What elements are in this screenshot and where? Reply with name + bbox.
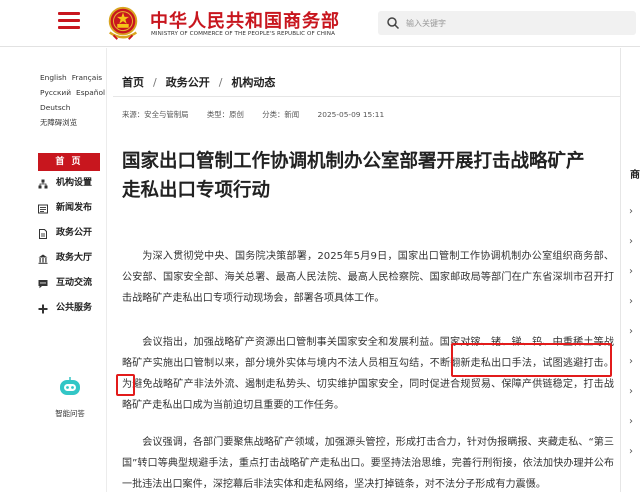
smart-qa-button[interactable]: 智能问答 bbox=[50, 376, 90, 419]
lang-russian[interactable]: Русский bbox=[40, 88, 71, 97]
menu-icon[interactable] bbox=[58, 12, 80, 30]
accessibility-link[interactable]: 无障碍浏览 bbox=[40, 118, 77, 127]
chevron-right-icon[interactable]: › bbox=[629, 266, 633, 277]
article-type: 类型：原创 bbox=[206, 110, 244, 119]
sidebar-item-hall[interactable]: 政务大厅 bbox=[38, 246, 100, 271]
article-paragraph: 为深入贯彻党中央、国务院决策部署，2025年5月9日，国家出口管制工作协调机制办… bbox=[122, 251, 614, 304]
sidebar-item-label: 新闻发布 bbox=[56, 203, 93, 213]
breadcrumb-separator: / bbox=[218, 76, 223, 89]
article-source: 来源：安全与管制局 bbox=[122, 110, 189, 119]
sidebar-item-label: 互动交流 bbox=[56, 278, 93, 288]
service-icon bbox=[38, 304, 48, 314]
chevron-right-icon[interactable]: › bbox=[629, 386, 633, 397]
chat-icon bbox=[38, 280, 48, 289]
breadcrumb-divider bbox=[113, 96, 620, 97]
site-header: 中华人民共和国商务部 MINISTRY OF COMMERCE OF THE P… bbox=[0, 0, 640, 47]
news-icon bbox=[38, 204, 48, 214]
smart-qa-label: 智能问答 bbox=[55, 409, 85, 418]
sidebar-item-news[interactable]: 新闻发布 bbox=[38, 196, 100, 221]
chevron-right-icon[interactable]: › bbox=[629, 416, 633, 427]
sidebar-item-label: 政务公开 bbox=[56, 228, 93, 238]
sidebar-item-service[interactable]: 公共服务 bbox=[38, 296, 100, 321]
lang-english[interactable]: English bbox=[40, 73, 67, 82]
highlight-box-minerals bbox=[451, 343, 612, 377]
lang-spanish[interactable]: Español bbox=[76, 88, 105, 97]
chevron-right-icon[interactable]: › bbox=[629, 356, 633, 367]
sidebar-item-interaction[interactable]: 互动交流 bbox=[38, 271, 100, 296]
article-category: 分类：新闻 bbox=[262, 110, 300, 119]
chevron-right-icon[interactable]: › bbox=[629, 206, 633, 217]
chevron-right-icon[interactable]: › bbox=[629, 296, 633, 307]
chevron-right-icon[interactable]: › bbox=[629, 446, 633, 457]
breadcrumb-home[interactable]: 首页 bbox=[122, 76, 144, 89]
sidebar-nav: 首 页 机构设置 新闻发布 政务公开 政务大厅 互动交流 公共服务 bbox=[38, 153, 100, 321]
search-icon[interactable] bbox=[386, 16, 400, 30]
article-date: 2025-05-09 15:11 bbox=[317, 110, 385, 119]
highlight-box-rare-earth bbox=[116, 374, 135, 396]
article-title: 国家出口管制工作协调机制办公室部署开展打击战略矿产走私出口专项行动 bbox=[122, 151, 585, 201]
lang-french[interactable]: Français bbox=[72, 73, 102, 82]
article-paragraph: 会议强调，各部门要聚焦战略矿产领域，加强源头管控，形成打击合力，针对伪报瞒报、夹… bbox=[122, 437, 614, 490]
search-box bbox=[378, 11, 636, 35]
sidebar-item-home[interactable]: 首 页 bbox=[38, 153, 100, 171]
chevron-right-icon[interactable]: › bbox=[629, 236, 633, 247]
national-emblem-icon[interactable] bbox=[104, 4, 142, 42]
sidebar-item-affairs[interactable]: 政务公开 bbox=[38, 221, 100, 246]
article-meta: 来源：安全与管制局 类型：原创 分类：新闻 2025-05-09 15:11 bbox=[122, 109, 400, 120]
right-sidebar-label: 商 bbox=[630, 170, 640, 181]
sidebar-divider bbox=[106, 48, 107, 492]
robot-icon bbox=[60, 377, 80, 395]
doc-icon bbox=[39, 229, 47, 239]
sidebar-item-organization[interactable]: 机构设置 bbox=[38, 171, 100, 196]
breadcrumb: 首页 / 政务公开 / 机构动态 bbox=[122, 74, 275, 90]
site-subtitle: MINISTRY OF COMMERCE OF THE PEOPLE'S REP… bbox=[151, 31, 336, 37]
breadcrumb-separator: / bbox=[153, 76, 157, 89]
lang-german[interactable]: Deutsch bbox=[40, 103, 70, 112]
language-switcher: English Français Русский Español Deutsch 无… bbox=[40, 70, 110, 130]
search-input[interactable] bbox=[406, 13, 626, 33]
breadcrumb-agency-news[interactable]: 机构动态 bbox=[231, 76, 275, 89]
sidebar-item-label: 公共服务 bbox=[56, 303, 93, 313]
sidebar-item-label: 机构设置 bbox=[56, 178, 93, 188]
sidebar-item-label: 政务大厅 bbox=[56, 253, 93, 263]
hall-icon bbox=[38, 254, 48, 264]
chevron-right-icon[interactable]: › bbox=[629, 326, 633, 337]
site-title[interactable]: 中华人民共和国商务部 bbox=[150, 7, 340, 33]
org-icon bbox=[38, 179, 48, 189]
breadcrumb-affairs[interactable]: 政务公开 bbox=[166, 76, 210, 89]
